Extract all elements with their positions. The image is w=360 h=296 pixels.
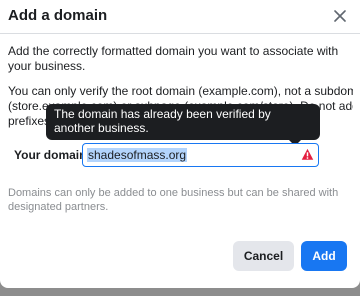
sharing-note: Domains can only be added to one busines… <box>8 187 339 213</box>
hint-line: You can only verify the root domain (exa… <box>8 84 353 98</box>
add-button[interactable]: Add <box>301 241 347 271</box>
domain-input[interactable]: shadesofmass.org <box>82 143 319 167</box>
header-divider <box>0 33 360 34</box>
intro-text: Add the correctly formatted domain you w… <box>8 44 339 73</box>
warning-icon <box>301 148 314 160</box>
domain-input-value[interactable]: shadesofmass.org <box>87 148 188 162</box>
dialog-title: Add a domain <box>8 7 108 24</box>
cancel-button[interactable]: Cancel <box>233 241 294 271</box>
domain-label: Your domain <box>14 148 87 162</box>
error-tooltip: The domain has already been verified by … <box>46 104 320 140</box>
add-domain-dialog: Add a domain Add the correctly formatted… <box>0 0 360 288</box>
close-icon <box>334 10 346 22</box>
close-button[interactable] <box>330 6 350 26</box>
